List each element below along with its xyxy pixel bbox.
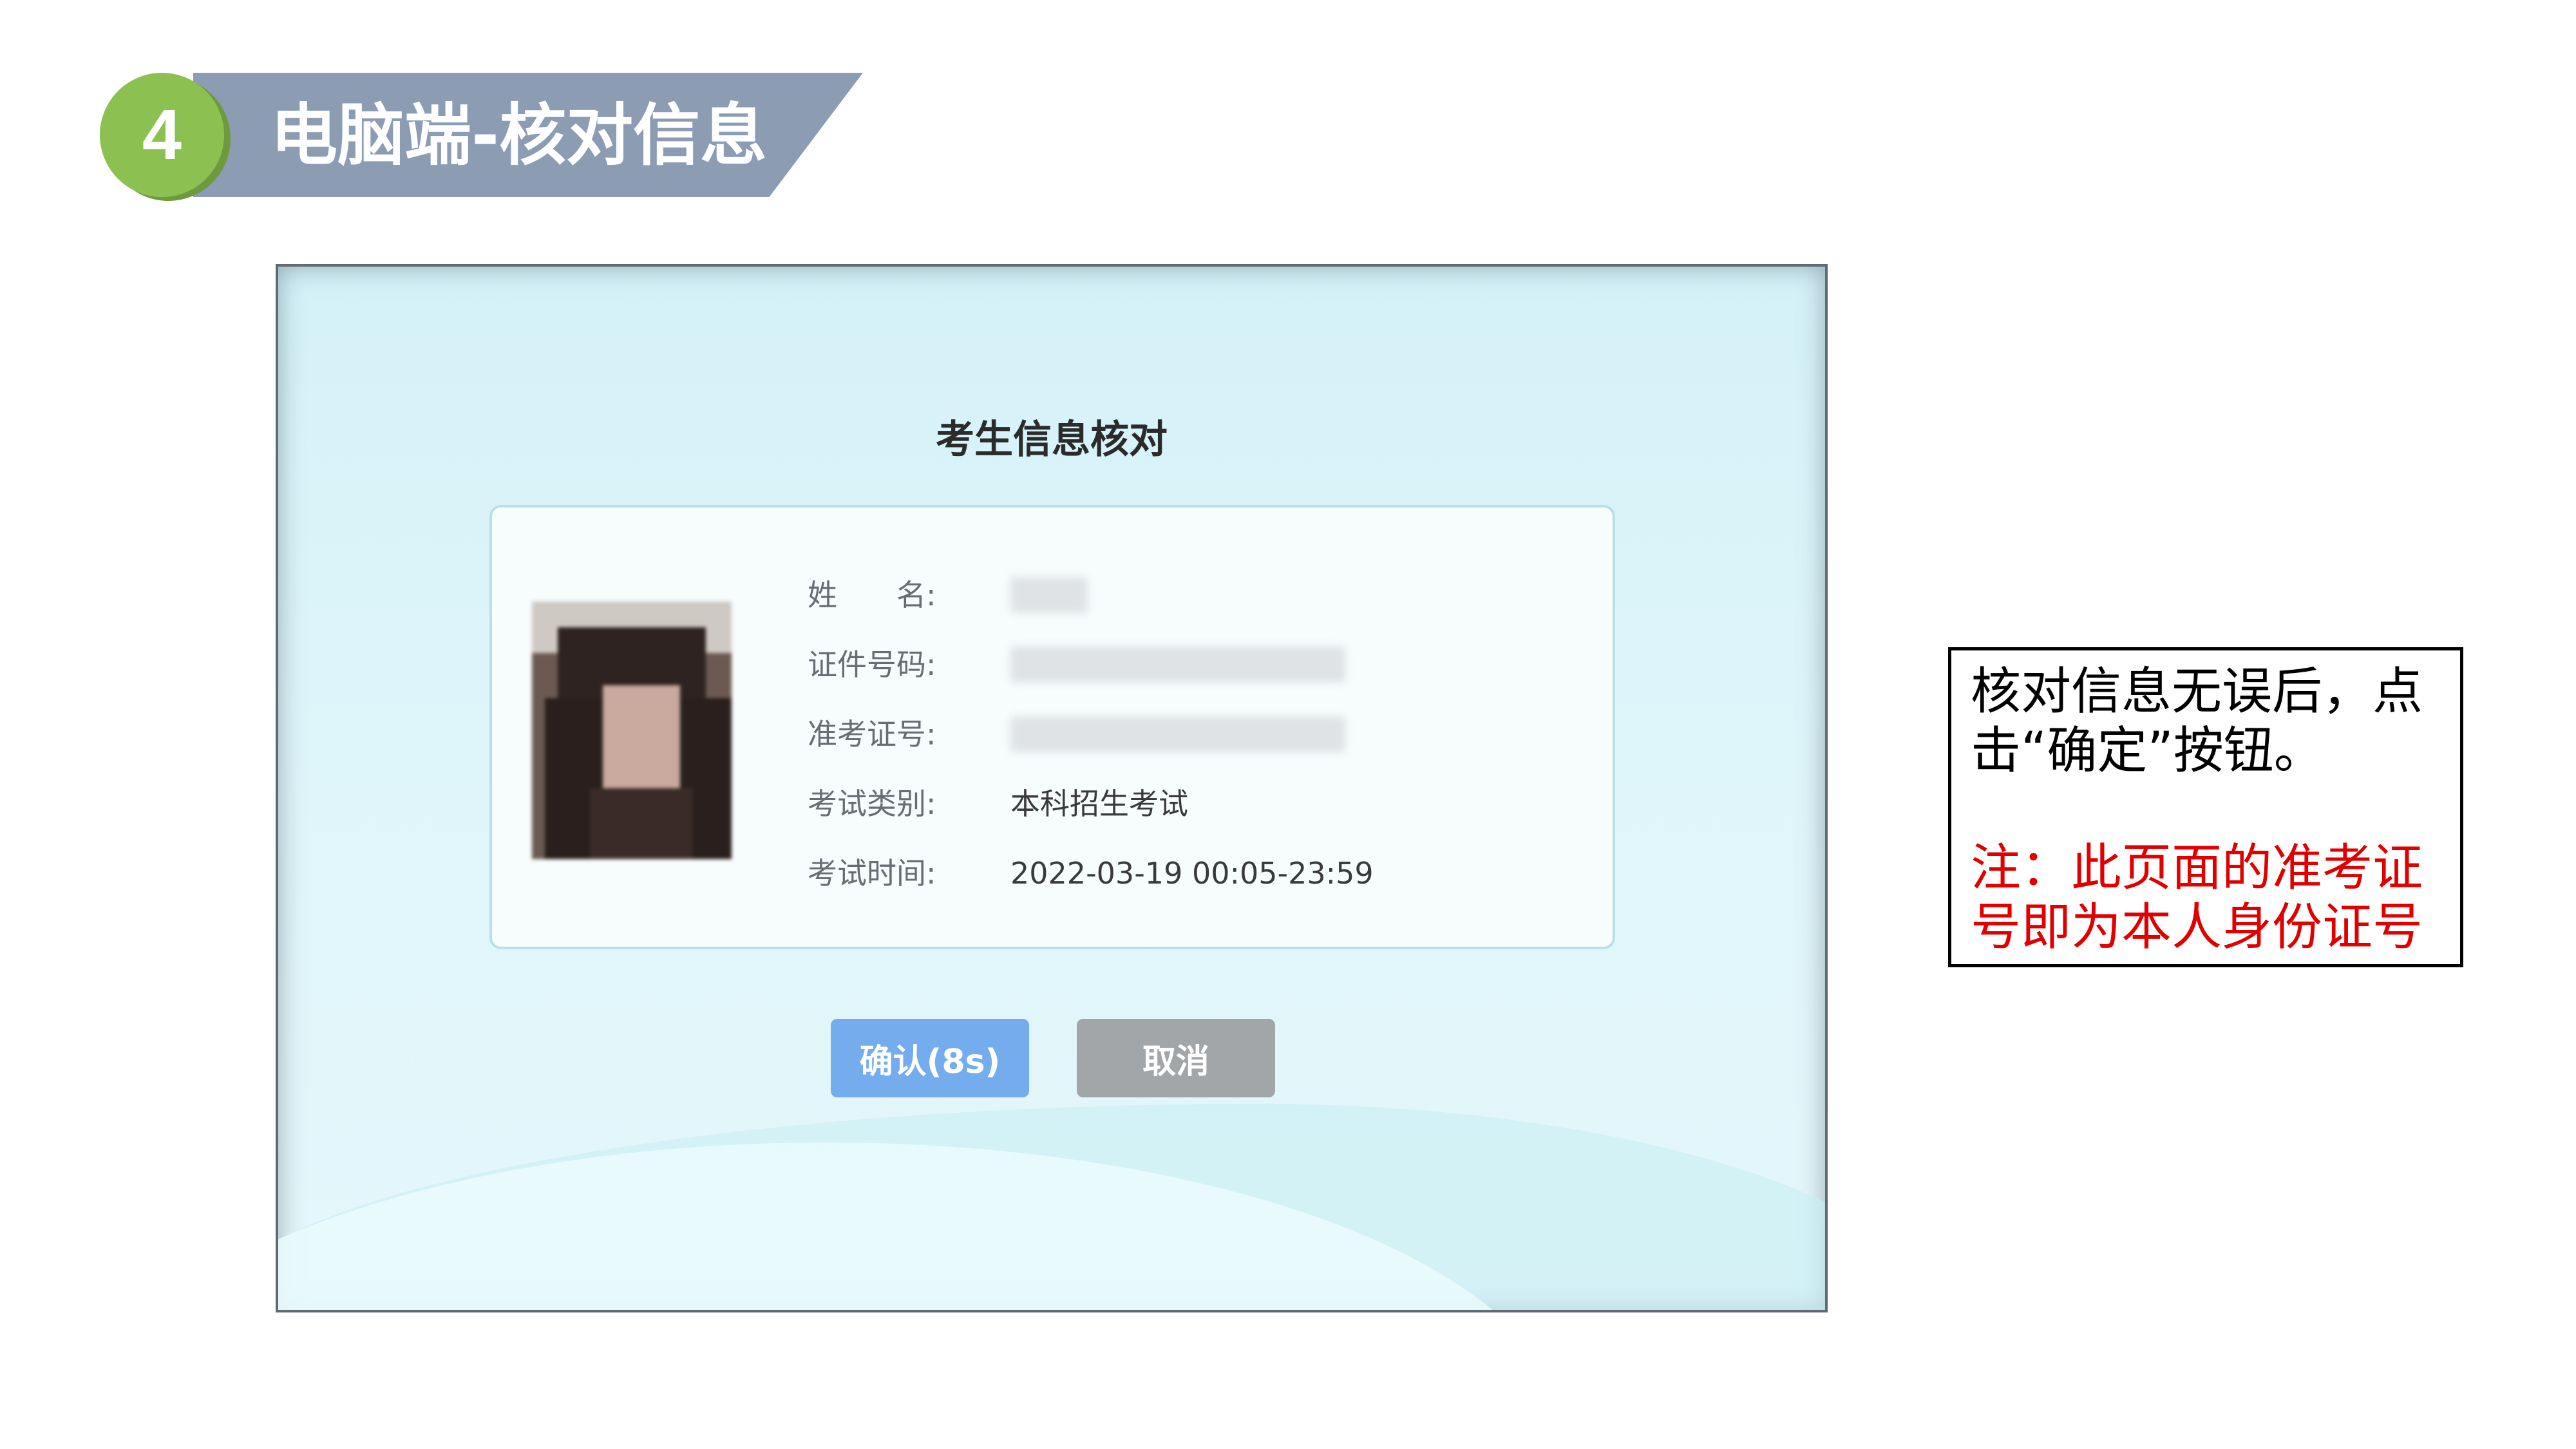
confirm-button[interactable]: 确认(8s) bbox=[831, 1019, 1029, 1097]
id-number-value-redacted bbox=[1010, 647, 1345, 683]
candidate-info-card: 姓 名: 证件号码: 准考证号: 考试类别: 本科招生考试 考试时间: 2022… bbox=[489, 505, 1615, 949]
exam-time-label: 考试时间: bbox=[808, 856, 936, 891]
name-value-redacted bbox=[1010, 577, 1088, 613]
note-line: 击“确定”按钮。 bbox=[1971, 722, 2324, 780]
note-warning-line: 号即为本人身份证号 bbox=[1971, 898, 2423, 956]
note-warning-line: 注：此页面的准考证 bbox=[1971, 839, 2423, 897]
note-line: 核对信息无误后，点 bbox=[1971, 663, 2423, 721]
id-number-label: 证件号码: bbox=[808, 647, 936, 682]
dialog-title: 考生信息核对 bbox=[936, 417, 1168, 462]
instruction-note: 核对信息无误后，点 击“确定”按钮。 注：此页面的准考证 号即为本人身份证号 bbox=[1948, 647, 2463, 967]
screenshot-frame: 考生信息核对 姓 名: 证件号码: 准考证号: 考试类别: 本科招生考试 考试时… bbox=[276, 264, 1828, 1312]
cancel-button[interactable]: 取消 bbox=[1077, 1019, 1275, 1097]
exam-time-value: 2022-03-19 00:05-23:59 bbox=[1010, 856, 1374, 891]
admission-number-label: 准考证号: bbox=[808, 717, 936, 752]
name-label: 姓 名: bbox=[808, 578, 936, 612]
step-number-badge: 4 bbox=[100, 73, 224, 197]
admission-number-value-redacted bbox=[1010, 716, 1345, 752]
step-title: 电脑端-核对信息 bbox=[270, 96, 768, 175]
exam-category-value: 本科招生考试 bbox=[1010, 786, 1188, 821]
candidate-photo bbox=[532, 601, 732, 859]
exam-category-label: 考试类别: bbox=[808, 786, 936, 821]
